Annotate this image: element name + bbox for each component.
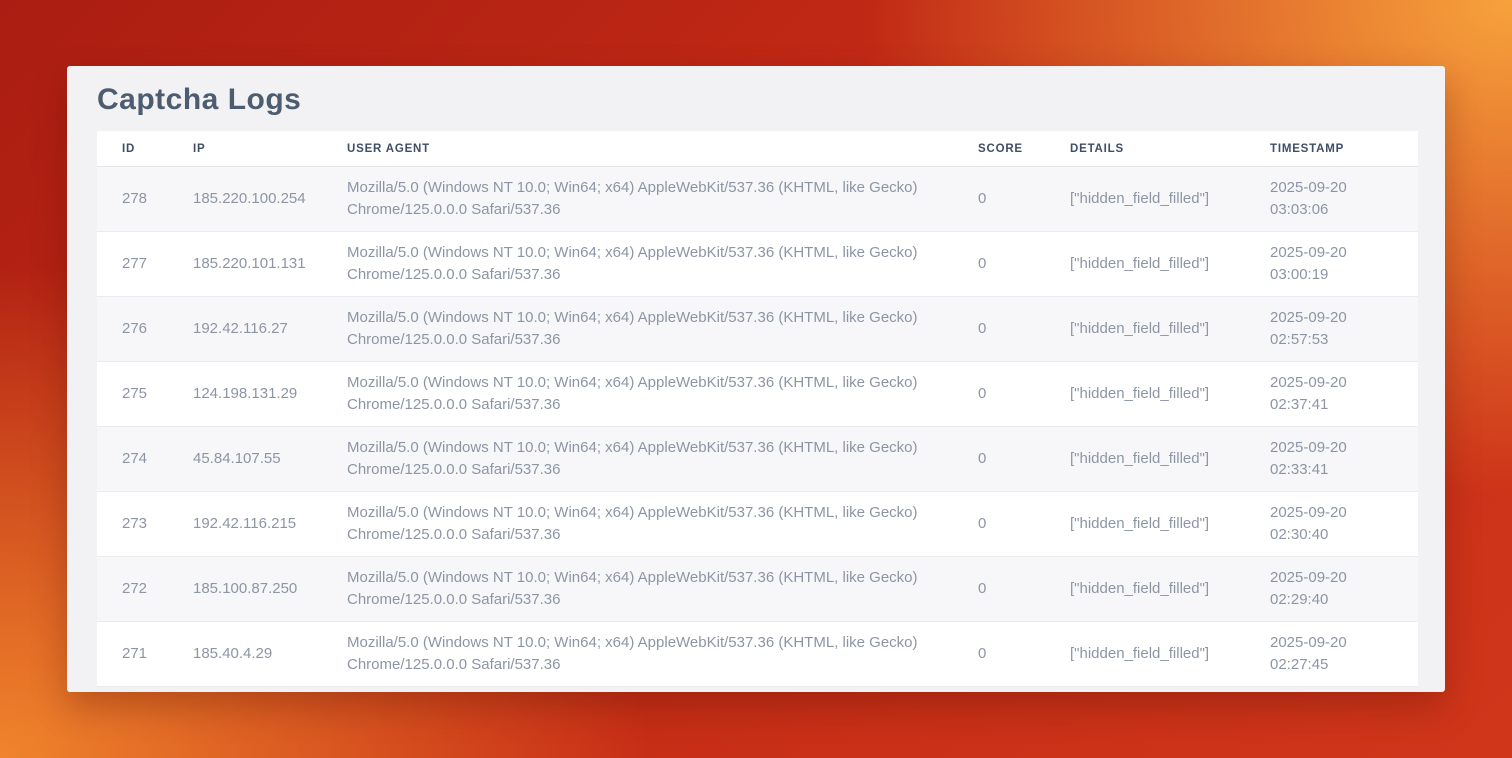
- cell-ip: 192.42.116.27: [168, 297, 322, 362]
- table-row: 275124.198.131.29Mozilla/5.0 (Windows NT…: [97, 362, 1418, 427]
- cell-user_agent: Mozilla/5.0 (Windows NT 10.0; Win64; x64…: [322, 622, 953, 687]
- cell-timestamp: 2025-09-20 03:03:06: [1245, 167, 1418, 232]
- cell-user_agent: Mozilla/5.0 (Windows NT 10.0; Win64; x64…: [322, 557, 953, 622]
- cell-timestamp: 2025-09-20 03:00:19: [1245, 232, 1418, 297]
- cell-user_agent: Mozilla/5.0 (Windows NT 10.0; Win64; x64…: [322, 297, 953, 362]
- cell-id: 272: [97, 557, 168, 622]
- cell-details: ["hidden_field_filled"]: [1045, 362, 1245, 427]
- cell-score: 0: [953, 297, 1045, 362]
- cell-user_agent: Mozilla/5.0 (Windows NT 10.0; Win64; x64…: [322, 427, 953, 492]
- cell-id: 276: [97, 297, 168, 362]
- captcha-logs-card: Captcha Logs IDIPUSER AGENTSCOREDETAILST…: [67, 66, 1445, 692]
- column-header-details: DETAILS: [1045, 131, 1245, 167]
- table-header-row: IDIPUSER AGENTSCOREDETAILSTIMESTAMP: [97, 131, 1418, 167]
- cell-score: 0: [953, 167, 1045, 232]
- cell-id: 277: [97, 232, 168, 297]
- cell-id: 275: [97, 362, 168, 427]
- table-body: 278185.220.100.254Mozilla/5.0 (Windows N…: [97, 167, 1418, 687]
- page-title: Captcha Logs: [67, 66, 1445, 131]
- table-row: 277185.220.101.131Mozilla/5.0 (Windows N…: [97, 232, 1418, 297]
- table-row: 276192.42.116.27Mozilla/5.0 (Windows NT …: [97, 297, 1418, 362]
- cell-details: ["hidden_field_filled"]: [1045, 167, 1245, 232]
- cell-user_agent: Mozilla/5.0 (Windows NT 10.0; Win64; x64…: [322, 492, 953, 557]
- cell-timestamp: 2025-09-20 02:29:40: [1245, 557, 1418, 622]
- cell-details: ["hidden_field_filled"]: [1045, 557, 1245, 622]
- cell-details: ["hidden_field_filled"]: [1045, 232, 1245, 297]
- table-row: 271185.40.4.29Mozilla/5.0 (Windows NT 10…: [97, 622, 1418, 687]
- table-row: 273192.42.116.215Mozilla/5.0 (Windows NT…: [97, 492, 1418, 557]
- column-header-user_agent: USER AGENT: [322, 131, 953, 167]
- cell-id: 274: [97, 427, 168, 492]
- cell-user_agent: Mozilla/5.0 (Windows NT 10.0; Win64; x64…: [322, 362, 953, 427]
- cell-details: ["hidden_field_filled"]: [1045, 427, 1245, 492]
- cell-ip: 45.84.107.55: [168, 427, 322, 492]
- cell-ip: 185.40.4.29: [168, 622, 322, 687]
- cell-id: 273: [97, 492, 168, 557]
- cell-timestamp: 2025-09-20 02:27:45: [1245, 622, 1418, 687]
- cell-score: 0: [953, 362, 1045, 427]
- cell-user_agent: Mozilla/5.0 (Windows NT 10.0; Win64; x64…: [322, 167, 953, 232]
- cell-score: 0: [953, 427, 1045, 492]
- column-header-id: ID: [97, 131, 168, 167]
- captcha-logs-table: IDIPUSER AGENTSCOREDETAILSTIMESTAMP 2781…: [97, 131, 1418, 687]
- table-row: 27445.84.107.55Mozilla/5.0 (Windows NT 1…: [97, 427, 1418, 492]
- cell-details: ["hidden_field_filled"]: [1045, 492, 1245, 557]
- cell-ip: 192.42.116.215: [168, 492, 322, 557]
- table-row: 278185.220.100.254Mozilla/5.0 (Windows N…: [97, 167, 1418, 232]
- column-header-score: SCORE: [953, 131, 1045, 167]
- cell-ip: 124.198.131.29: [168, 362, 322, 427]
- cell-timestamp: 2025-09-20 02:30:40: [1245, 492, 1418, 557]
- cell-user_agent: Mozilla/5.0 (Windows NT 10.0; Win64; x64…: [322, 232, 953, 297]
- cell-score: 0: [953, 622, 1045, 687]
- cell-score: 0: [953, 557, 1045, 622]
- column-header-timestamp: TIMESTAMP: [1245, 131, 1418, 167]
- cell-score: 0: [953, 492, 1045, 557]
- cell-ip: 185.220.100.254: [168, 167, 322, 232]
- cell-id: 278: [97, 167, 168, 232]
- cell-ip: 185.100.87.250: [168, 557, 322, 622]
- cell-details: ["hidden_field_filled"]: [1045, 297, 1245, 362]
- cell-id: 271: [97, 622, 168, 687]
- cell-timestamp: 2025-09-20 02:37:41: [1245, 362, 1418, 427]
- column-header-ip: IP: [168, 131, 322, 167]
- cell-details: ["hidden_field_filled"]: [1045, 622, 1245, 687]
- cell-timestamp: 2025-09-20 02:33:41: [1245, 427, 1418, 492]
- cell-timestamp: 2025-09-20 02:57:53: [1245, 297, 1418, 362]
- cell-score: 0: [953, 232, 1045, 297]
- table-row: 272185.100.87.250Mozilla/5.0 (Windows NT…: [97, 557, 1418, 622]
- cell-ip: 185.220.101.131: [168, 232, 322, 297]
